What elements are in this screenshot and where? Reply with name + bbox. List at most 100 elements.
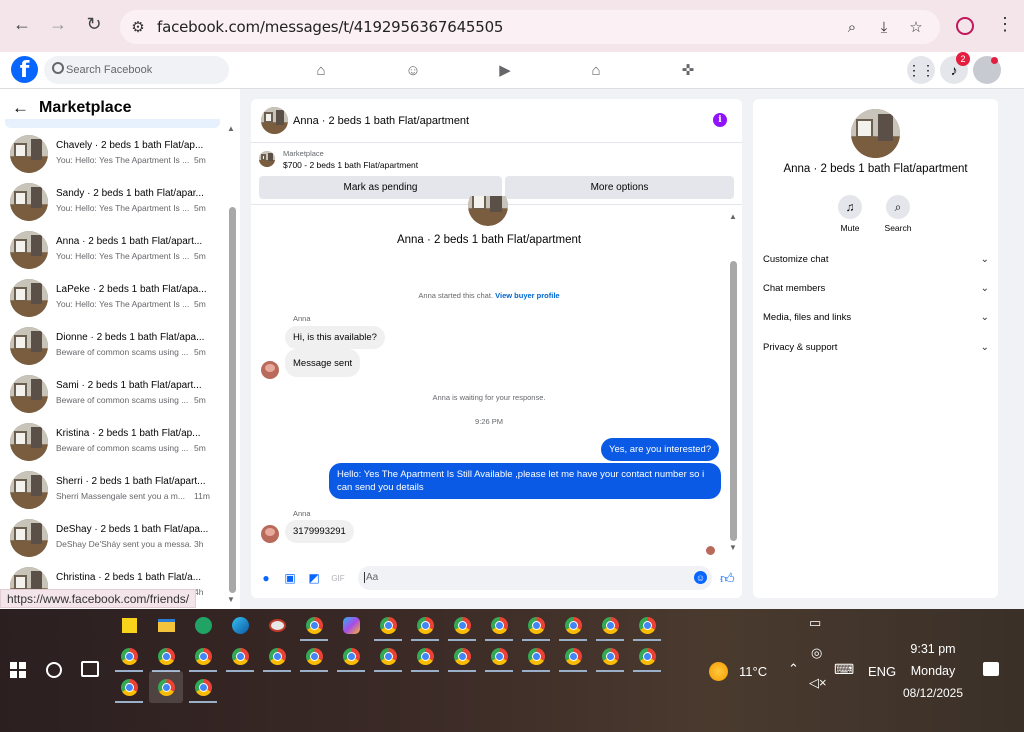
chrome-icon[interactable] bbox=[559, 611, 587, 641]
site-settings-icon[interactable]: ⚙ bbox=[128, 17, 148, 37]
chrome-icon[interactable] bbox=[300, 611, 328, 641]
url-text[interactable]: facebook.com/messages/t/4192956367645505 bbox=[157, 18, 503, 36]
zoom-icon[interactable]: ⌕ bbox=[842, 17, 862, 37]
chrome-icon[interactable] bbox=[596, 611, 624, 641]
clock-time[interactable]: 9:31 pm bbox=[898, 642, 968, 656]
more-options-button[interactable]: More options bbox=[505, 176, 734, 199]
chrome-icon[interactable] bbox=[115, 642, 143, 672]
chat-title[interactable]: Anna · 2 beds 1 bath Flat/apartment bbox=[293, 115, 469, 127]
photo-icon[interactable]: ▣ bbox=[283, 571, 297, 585]
back-icon[interactable]: ← bbox=[11, 13, 33, 35]
like-thumb-icon[interactable]: 👍︎ bbox=[720, 570, 735, 587]
task-view-icon[interactable] bbox=[81, 661, 99, 677]
scroll-up-icon[interactable]: ▲ bbox=[729, 212, 737, 221]
chrome-icon[interactable] bbox=[596, 642, 624, 672]
chrome-icon[interactable] bbox=[189, 673, 217, 703]
chrome-icon[interactable] bbox=[300, 642, 328, 672]
install-icon[interactable]: ⤓ bbox=[874, 17, 894, 37]
scroll-down-icon[interactable]: ▼ bbox=[729, 543, 737, 552]
chrome-icon[interactable] bbox=[448, 611, 476, 641]
outgoing-message[interactable]: Yes, are you interested? bbox=[601, 438, 720, 461]
chat-scrollbar[interactable] bbox=[730, 261, 737, 541]
microphone-icon[interactable]: ● bbox=[259, 571, 273, 585]
media-files-row[interactable]: Media, files and links ⌄ bbox=[763, 308, 989, 326]
marketplace-icon[interactable]: ⌂ bbox=[585, 60, 607, 80]
paint-icon[interactable] bbox=[263, 611, 291, 639]
customize-chat-row[interactable]: Customize chat ⌄ bbox=[763, 250, 989, 268]
file-explorer-icon[interactable] bbox=[152, 611, 180, 639]
gif-icon[interactable]: GIF bbox=[331, 571, 345, 585]
message-input[interactable]: Aa ☺ bbox=[358, 566, 712, 590]
gaming-icon[interactable]: ✜ bbox=[677, 60, 699, 80]
keyboard-icon[interactable]: ⌨ bbox=[834, 661, 854, 678]
chrome-icon[interactable] bbox=[115, 673, 143, 703]
forward-icon[interactable]: → bbox=[47, 13, 69, 35]
chrome-icon[interactable] bbox=[226, 642, 254, 672]
speaker-muted-icon[interactable]: ◁× bbox=[809, 675, 827, 691]
menu-grid-icon[interactable]: ⋮⋮ bbox=[907, 56, 935, 84]
conversation-item[interactable]: Kristina · 2 beds 1 bath Flat/ap... Bewa… bbox=[10, 418, 220, 466]
search-button[interactable]: ⌕ Search bbox=[878, 195, 918, 233]
taskbar-search-icon[interactable] bbox=[46, 662, 62, 678]
sticker-icon[interactable]: ◩ bbox=[307, 571, 321, 585]
sender-avatar[interactable] bbox=[261, 525, 279, 543]
chrome-icon[interactable] bbox=[263, 642, 291, 672]
facebook-logo[interactable]: f bbox=[11, 56, 38, 83]
incoming-message[interactable]: Message sent bbox=[285, 349, 361, 377]
meet-now-icon[interactable]: ◎ bbox=[811, 645, 822, 661]
windows-start-icon[interactable] bbox=[10, 662, 26, 678]
chrome-icon[interactable] bbox=[374, 642, 402, 672]
chrome-icon[interactable] bbox=[411, 642, 439, 672]
mute-button[interactable]: ♫ Mute bbox=[830, 195, 870, 233]
edge-icon[interactable] bbox=[226, 611, 254, 639]
bookmark-star-icon[interactable]: ☆ bbox=[906, 17, 926, 37]
chrome-icon[interactable] bbox=[559, 642, 587, 672]
conversation-item[interactable]: LaPeke · 2 beds 1 bath Flat/apa... You: … bbox=[10, 274, 220, 322]
chrome-icon[interactable] bbox=[485, 611, 513, 641]
chrome-icon[interactable] bbox=[374, 611, 402, 641]
incoming-message[interactable]: 3179993291 bbox=[285, 520, 354, 543]
home-icon[interactable]: ⌂ bbox=[310, 60, 332, 80]
temperature[interactable]: 11°C bbox=[739, 664, 767, 679]
chrome-icon[interactable] bbox=[337, 642, 365, 672]
chrome-icon-active[interactable] bbox=[149, 671, 183, 703]
address-bar[interactable]: ⚙ facebook.com/messages/t/41929563676455… bbox=[120, 10, 940, 44]
chrome-icon[interactable] bbox=[189, 642, 217, 672]
mark-as-pending-button[interactable]: Mark as pending bbox=[259, 176, 502, 199]
app-icon[interactable] bbox=[189, 611, 217, 639]
sidebar-scrollbar[interactable] bbox=[229, 207, 236, 593]
privacy-support-row[interactable]: Privacy & support ⌄ bbox=[763, 338, 989, 356]
scroll-up-icon[interactable]: ▲ bbox=[227, 124, 235, 133]
notification-center-icon[interactable] bbox=[983, 662, 999, 676]
listing-price-title[interactable]: $700 - 2 beds 1 bath Flat/apartment bbox=[283, 160, 418, 170]
clock-day[interactable]: Monday bbox=[898, 664, 968, 678]
conversation-item[interactable]: Chavely · 2 beds 1 bath Flat/ap... You: … bbox=[10, 130, 220, 178]
sender-avatar[interactable] bbox=[261, 361, 279, 379]
reload-icon[interactable]: ↻ bbox=[83, 13, 105, 35]
sticky-notes-icon[interactable] bbox=[115, 611, 143, 639]
language-indicator[interactable]: ENG bbox=[868, 664, 896, 679]
back-arrow-icon[interactable]: ← bbox=[12, 98, 29, 118]
chrome-icon[interactable] bbox=[522, 611, 550, 641]
chrome-icon[interactable] bbox=[522, 642, 550, 672]
info-icon[interactable]: i bbox=[713, 113, 727, 127]
friends-icon[interactable]: ☺ bbox=[402, 60, 424, 80]
clock-date[interactable]: 08/12/2025 bbox=[898, 686, 968, 700]
conversation-item[interactable]: Sandy · 2 beds 1 bath Flat/apar... You: … bbox=[10, 178, 220, 226]
chat-avatar[interactable] bbox=[261, 107, 288, 134]
outgoing-message[interactable]: Hello: Yes The Apartment Is Still Availa… bbox=[329, 463, 721, 499]
conversation-item[interactable]: Sherri · 2 beds 1 bath Flat/apart... She… bbox=[10, 466, 220, 514]
copilot-icon[interactable] bbox=[337, 611, 365, 639]
conversation-item[interactable]: Dionne · 2 beds 1 bath Flat/apa... Bewar… bbox=[10, 322, 220, 370]
weather-sun-icon[interactable] bbox=[709, 662, 728, 681]
browser-profile-icon[interactable] bbox=[956, 17, 974, 35]
chrome-icon[interactable] bbox=[633, 611, 661, 641]
conversation-item[interactable]: Anna · 2 beds 1 bath Flat/apart... You: … bbox=[10, 226, 220, 274]
view-buyer-profile-link[interactable]: View buyer profile bbox=[495, 291, 559, 300]
chrome-icon[interactable] bbox=[485, 642, 513, 672]
browser-menu-icon[interactable]: ⋮ bbox=[996, 14, 1014, 35]
chat-members-row[interactable]: Chat members ⌄ bbox=[763, 279, 989, 297]
details-avatar[interactable] bbox=[851, 109, 900, 158]
scroll-down-icon[interactable]: ▼ bbox=[227, 595, 235, 604]
desktop-icon[interactable]: ▭ bbox=[809, 615, 821, 631]
